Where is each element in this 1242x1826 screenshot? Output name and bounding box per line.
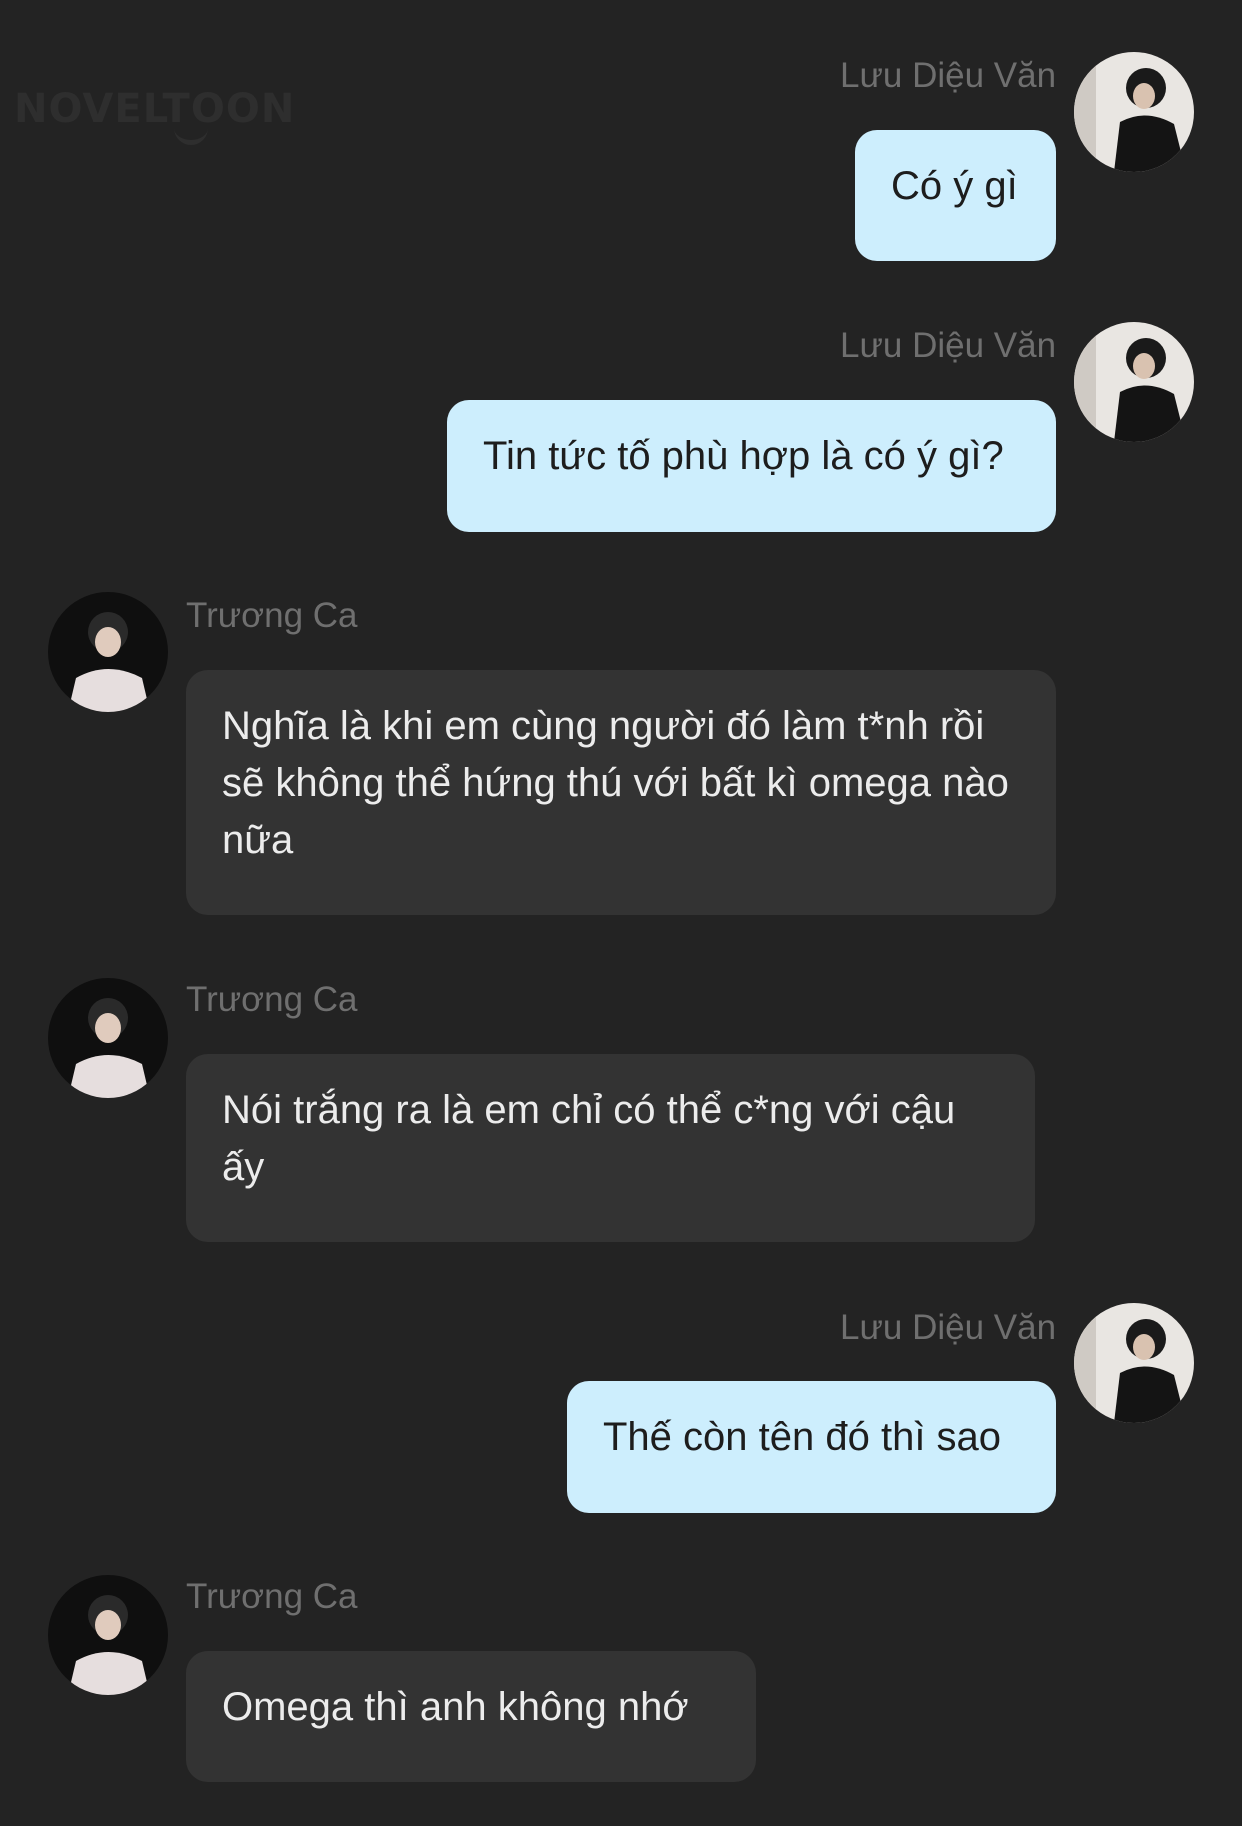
message-bubble[interactable]: Có ý gì xyxy=(855,130,1056,261)
message-bubble[interactable]: Omega thì anh không nhớ xyxy=(186,1651,756,1782)
noveltoon-watermark: NOVELTOON xyxy=(14,86,296,145)
sender-name: Trương Ca xyxy=(186,980,358,1019)
sender-name: Trương Ca xyxy=(186,596,358,635)
avatar-boy-light-icon[interactable] xyxy=(48,978,168,1098)
avatar-boy-dark-icon[interactable] xyxy=(1074,1303,1194,1423)
sender-name: Lưu Diệu Văn xyxy=(840,56,1057,95)
watermark-smile-icon xyxy=(174,126,208,145)
avatar-boy-light-icon[interactable] xyxy=(48,592,168,712)
avatar-boy-dark-icon[interactable] xyxy=(1074,322,1194,442)
avatar-boy-dark-icon[interactable] xyxy=(1074,52,1194,172)
message-bubble[interactable]: Tin tức tố phù hợp là có ý gì? xyxy=(447,400,1056,532)
message-bubble[interactable]: Nói trắng ra là em chỉ có thể c*ng với c… xyxy=(186,1054,1035,1242)
watermark-text: NOVELTOON xyxy=(14,86,296,132)
sender-name: Lưu Diệu Văn xyxy=(840,326,1057,365)
message-bubble[interactable]: Thế còn tên đó thì sao xyxy=(567,1381,1056,1513)
avatar-boy-light-icon[interactable] xyxy=(48,1575,168,1695)
sender-name: Trương Ca xyxy=(186,1577,358,1616)
message-bubble[interactable]: Nghĩa là khi em cùng người đó làm t*nh r… xyxy=(186,670,1056,915)
sender-name: Lưu Diệu Văn xyxy=(840,1308,1057,1347)
